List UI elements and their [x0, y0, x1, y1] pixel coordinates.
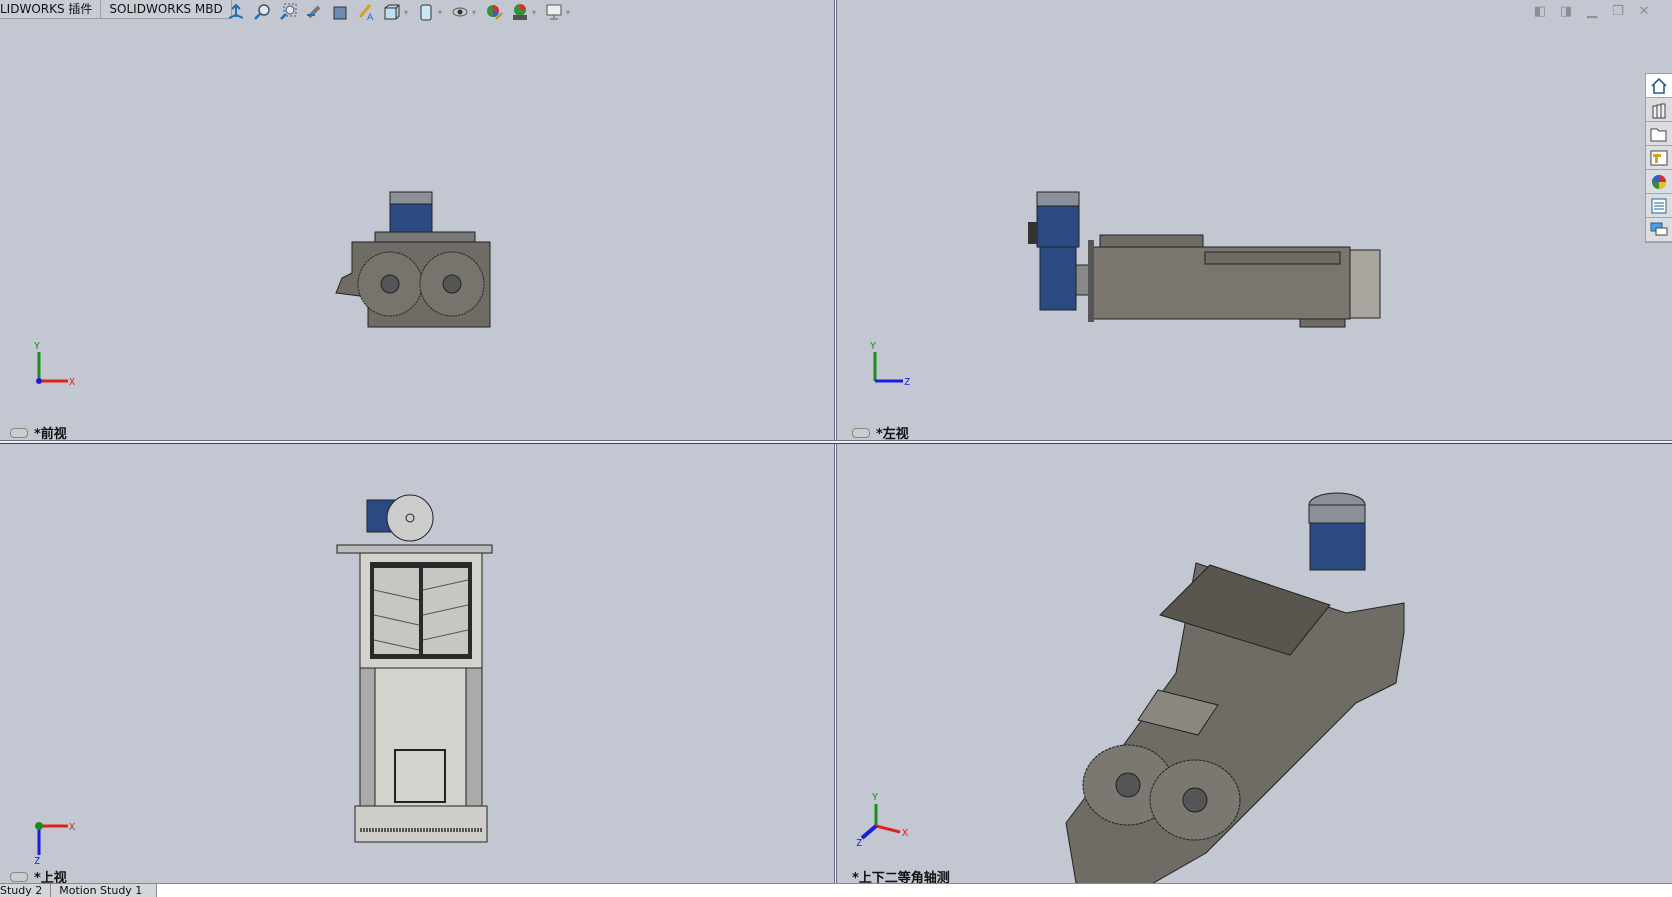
ribbon-tabs: LIDWORKS 插件 SOLIDWORKS MBD	[0, 0, 232, 19]
apply-scene-icon[interactable]	[510, 2, 530, 22]
ribbon-tab-addins[interactable]: LIDWORKS 插件	[0, 0, 102, 19]
view-orientation-dropdown-icon[interactable]	[382, 2, 402, 22]
hide-show-icon[interactable]	[450, 2, 470, 22]
zoom-to-fit-icon[interactable]	[252, 2, 272, 22]
chevron-down-icon[interactable]: ▾	[404, 8, 410, 17]
view-orientation-icon[interactable]	[226, 2, 246, 22]
model-isometric-view[interactable]	[1065, 492, 1405, 884]
model-front-view[interactable]	[335, 191, 491, 328]
dynamic-annotation-icon[interactable]: A	[356, 2, 376, 22]
svg-text:A: A	[367, 13, 374, 21]
chevron-down-icon[interactable]: ▾	[472, 8, 478, 17]
tab-study-2[interactable]: Study 2	[0, 884, 52, 897]
viewport-splitter-horizontal[interactable]	[0, 440, 1672, 444]
display-style-icon[interactable]	[416, 2, 436, 22]
link-views-icon[interactable]	[852, 427, 870, 438]
view-settings-icon[interactable]	[544, 2, 564, 22]
viewport-label-left: *左视	[852, 423, 909, 442]
chevron-down-icon[interactable]: ▾	[438, 8, 444, 17]
view-name: *前视	[34, 427, 67, 442]
tab-motion-study-1[interactable]: Motion Study 1	[51, 884, 158, 897]
section-view-icon[interactable]	[330, 2, 350, 22]
heads-up-toolbar: A ▾ ▾ ▾ ▾ ▾	[226, 2, 572, 22]
chevron-down-icon[interactable]: ▾	[532, 8, 538, 17]
ribbon-tab-mbd[interactable]: SOLIDWORKS MBD	[101, 0, 232, 19]
model-top-view[interactable]	[336, 494, 493, 843]
chevron-down-icon[interactable]: ▾	[566, 8, 572, 17]
link-views-icon[interactable]	[10, 871, 28, 882]
viewport-label-front: *前视	[10, 423, 67, 442]
previous-view-icon[interactable]	[304, 2, 324, 22]
zoom-to-area-icon[interactable]	[278, 2, 298, 22]
view-name: *左视	[876, 427, 909, 442]
edit-appearance-icon[interactable]	[484, 2, 504, 22]
model-left-view[interactable]	[1028, 191, 1381, 328]
motion-study-tabs: Study 2 Motion Study 1	[0, 883, 1672, 897]
link-views-icon[interactable]	[10, 427, 28, 438]
